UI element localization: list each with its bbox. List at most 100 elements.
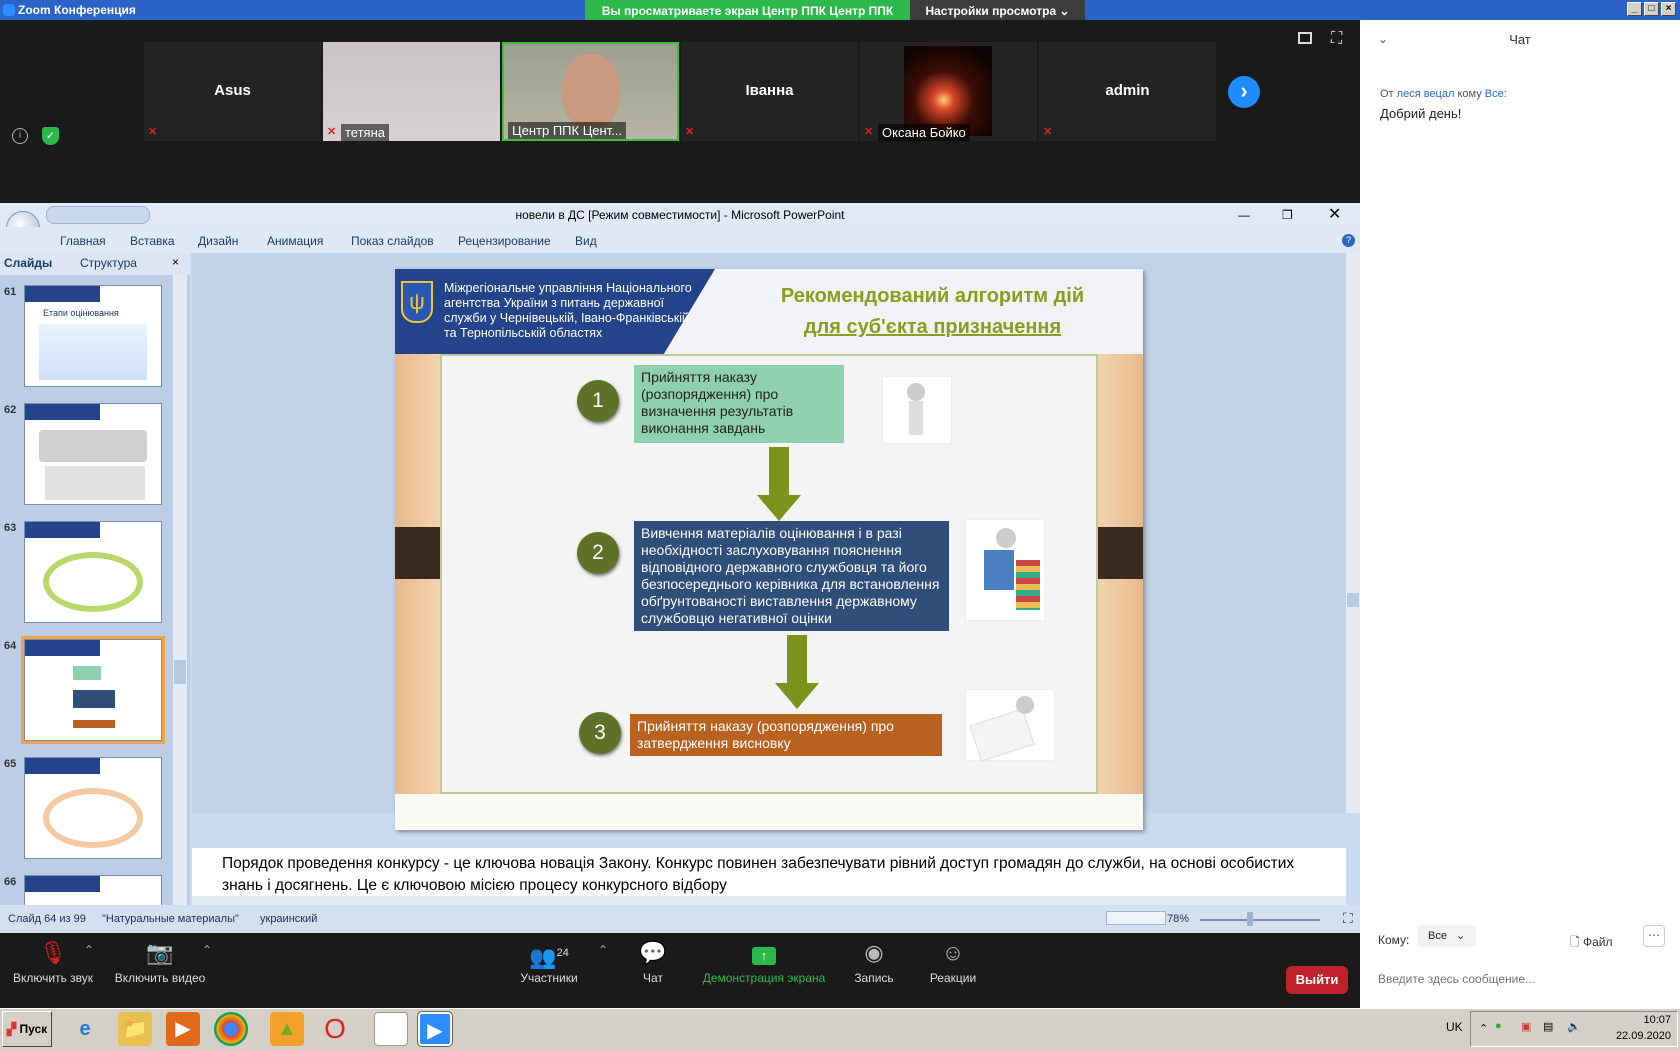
participant-tile[interactable]: ✕ тетяна bbox=[323, 42, 500, 141]
speaker-notes[interactable]: Порядок проведення конкурсу - це ключова… bbox=[192, 848, 1346, 896]
restore-icon[interactable]: ❐ bbox=[1282, 203, 1293, 227]
thumb-number: 63 bbox=[4, 522, 17, 534]
network-icon[interactable]: ▣ bbox=[1521, 1020, 1531, 1033]
start-button[interactable]: ▞ Пуск bbox=[2, 1011, 52, 1047]
mic-muted-icon: ✕ bbox=[1043, 126, 1053, 138]
tab-insert[interactable]: Вставка bbox=[130, 234, 175, 248]
unmute-button[interactable]: 🎙 Включить звук bbox=[8, 933, 98, 985]
zoom-slider-thumb[interactable] bbox=[1247, 912, 1253, 926]
share-screen-button[interactable]: ↑ Демонстрация экрана bbox=[700, 933, 828, 985]
speaker-video bbox=[562, 54, 620, 129]
shield-icon[interactable]: ✓ bbox=[42, 127, 59, 145]
chat-sender[interactable]: леся вецал bbox=[1397, 88, 1455, 100]
tab-slides[interactable]: Слайды bbox=[4, 256, 52, 270]
tab-home[interactable]: Главная bbox=[60, 234, 106, 248]
tab-review[interactable]: Рецензирование bbox=[458, 234, 551, 248]
next-page-button[interactable]: › bbox=[1228, 76, 1260, 108]
leave-button[interactable]: Выйти bbox=[1286, 966, 1348, 994]
tab-design[interactable]: Дизайн bbox=[198, 234, 238, 248]
quick-access-toolbar[interactable] bbox=[46, 206, 150, 224]
thumbnails-scrollbar[interactable] bbox=[173, 275, 187, 907]
zoom-level[interactable]: 78% bbox=[1167, 913, 1189, 925]
volume-icon[interactable]: 🔈 bbox=[1567, 1020, 1581, 1033]
slide-thumbnail[interactable]: 65 bbox=[4, 757, 162, 859]
internet-explorer-icon[interactable]: e bbox=[68, 1012, 102, 1046]
slide-scrollbar[interactable] bbox=[1346, 253, 1360, 813]
slide-thumbnail[interactable]: 63 bbox=[4, 521, 162, 623]
participant-caption: Центр ППК Цент... bbox=[508, 122, 627, 139]
flow-arrowhead bbox=[757, 495, 801, 521]
view-options-button[interactable]: Настройки просмотра ⌄ bbox=[910, 0, 1085, 22]
horizontal-scrollbar[interactable] bbox=[192, 896, 1346, 905]
participant-tile[interactable]: Asus ✕ bbox=[144, 42, 321, 141]
media-player-icon[interactable]: ▶ bbox=[166, 1012, 200, 1046]
more-options-button[interactable]: ⋯ bbox=[1643, 925, 1665, 947]
active-speaker-tile[interactable]: Центр ППК Цент... bbox=[502, 42, 679, 141]
to-label: кому bbox=[1457, 88, 1482, 100]
trident-emblem: ψ bbox=[401, 281, 433, 323]
close-icon[interactable]: × bbox=[1661, 2, 1676, 16]
pane-tabs: Слайды Структура × bbox=[0, 253, 190, 275]
minimize-icon[interactable]: — bbox=[1238, 203, 1250, 227]
record-button[interactable]: ◉ Запись bbox=[850, 933, 898, 985]
slide-thumbnails: 61 Етапи оцінювання 62 63 64 65 66 bbox=[0, 275, 190, 907]
tray-expand-icon[interactable]: ⌃ bbox=[1479, 1022, 1488, 1035]
chrome-icon[interactable] bbox=[214, 1012, 248, 1046]
close-pane-icon[interactable]: × bbox=[172, 255, 179, 269]
tab-outline[interactable]: Структура bbox=[80, 256, 137, 270]
chat-recipient[interactable]: Все: bbox=[1485, 88, 1507, 100]
tray-app-icon[interactable]: ● bbox=[1495, 1020, 1502, 1032]
opera-icon[interactable]: O bbox=[318, 1012, 352, 1046]
help-icon[interactable]: ? bbox=[1342, 234, 1355, 247]
slide-thumbnail[interactable]: 62 bbox=[4, 403, 162, 505]
tab-slideshow[interactable]: Показ слайдов bbox=[351, 234, 434, 248]
keyboard-language[interactable]: UK bbox=[1446, 1020, 1463, 1034]
chat-input[interactable] bbox=[1378, 972, 1658, 986]
close-icon[interactable]: ✕ bbox=[1328, 203, 1341, 227]
tab-view[interactable]: Вид bbox=[575, 234, 597, 248]
minimize-icon[interactable]: _ bbox=[1627, 2, 1642, 16]
slide-thumbnail[interactable]: 61 Етапи оцінювання bbox=[4, 285, 162, 387]
view-buttons[interactable] bbox=[1106, 911, 1166, 925]
language[interactable]: украинский bbox=[260, 913, 317, 925]
participants-chevron-icon[interactable]: ⌃ bbox=[598, 943, 608, 957]
tray-monitor-icon[interactable]: ▤ bbox=[1543, 1020, 1553, 1033]
app-icon[interactable]: ▲ bbox=[270, 1012, 304, 1046]
start-video-button[interactable]: 📷 Включить видео bbox=[112, 933, 208, 985]
fullscreen-icon[interactable]: ⛶ bbox=[1331, 30, 1342, 48]
document-icon[interactable] bbox=[374, 1012, 408, 1046]
slide-thumbnail[interactable]: 66 bbox=[4, 875, 162, 907]
mic-muted-icon: ✕ bbox=[327, 126, 337, 138]
zoom-slider[interactable] bbox=[1200, 919, 1320, 921]
audio-options-chevron-icon[interactable]: ⌃ bbox=[84, 943, 94, 957]
thumb-number: 62 bbox=[4, 404, 17, 416]
candle-image bbox=[904, 46, 992, 136]
participants-label: Участники bbox=[520, 971, 578, 985]
reactions-button[interactable]: ☺ Реакции bbox=[926, 933, 980, 985]
chat-recipient-select[interactable]: Все ⌄ bbox=[1418, 925, 1476, 947]
participant-tile[interactable]: admin ✕ bbox=[1039, 42, 1216, 141]
video-gallery: Asus ✕ ✕ тетяна Центр ППК Цент... Іванна… bbox=[0, 20, 1360, 203]
participant-tile[interactable]: Іванна ✕ bbox=[681, 42, 858, 141]
video-options-chevron-icon[interactable]: ⌃ bbox=[202, 943, 212, 957]
layout-icon[interactable] bbox=[1298, 32, 1312, 44]
figure-thinking-image bbox=[882, 376, 952, 444]
clock-time: 10:07 bbox=[1643, 1014, 1671, 1026]
fit-window-icon[interactable]: ⛶ bbox=[1343, 910, 1353, 927]
participants-button[interactable]: 👥24 Участники bbox=[515, 933, 583, 985]
chat-button[interactable]: 💬 Чат bbox=[630, 933, 676, 985]
maximize-icon[interactable]: □ bbox=[1644, 2, 1659, 16]
start-label: Пуск bbox=[19, 1022, 48, 1036]
participant-tile[interactable]: ✕ Оксана Бойко bbox=[860, 42, 1037, 141]
file-explorer-icon[interactable]: 📁 bbox=[118, 1012, 152, 1046]
tab-animation[interactable]: Анимация bbox=[267, 234, 323, 248]
windows-logo-icon: ▞ bbox=[6, 1022, 17, 1036]
step-number: 2 bbox=[577, 532, 619, 574]
zoom-taskbar-icon[interactable]: ▶ bbox=[417, 1011, 453, 1047]
unmute-label: Включить звук bbox=[12, 971, 94, 985]
participant-caption: Оксана Бойко bbox=[878, 124, 970, 141]
file-button[interactable]: 🗋 Файл bbox=[1570, 933, 1613, 954]
info-icon[interactable]: i bbox=[12, 128, 28, 144]
slide-thumbnail-selected[interactable]: 64 bbox=[4, 636, 165, 744]
video-off-icon: 📷 bbox=[146, 940, 174, 965]
